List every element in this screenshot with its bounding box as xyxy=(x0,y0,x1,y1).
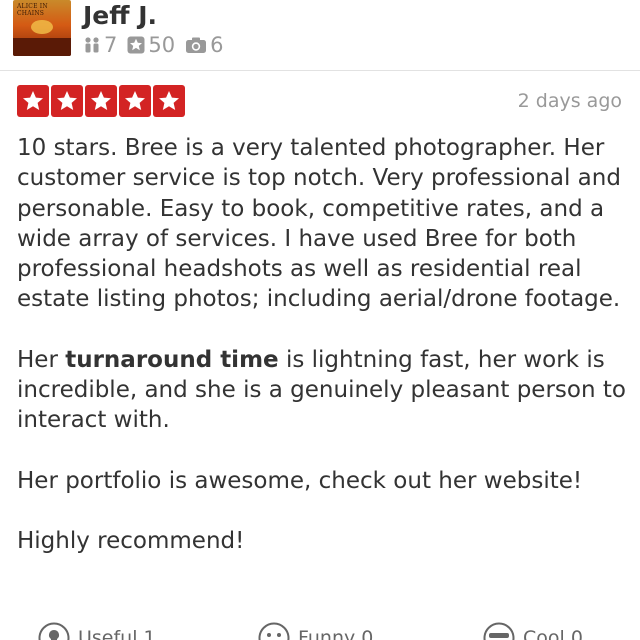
review-paragraph-3: Her portfolio is awesome, check out her … xyxy=(17,467,583,494)
paragraph-2-prefix: Her xyxy=(17,346,66,373)
sunglasses-icon xyxy=(483,622,515,640)
review-paragraph-2: Her turnaround time is lightning fast, h… xyxy=(17,345,627,436)
avatar-sun xyxy=(31,20,53,34)
smiley-icon xyxy=(258,622,290,640)
review-paragraph-1: 10 stars. Bree is a very talented photog… xyxy=(17,135,621,313)
useful-button[interactable]: Useful 1 xyxy=(38,622,156,640)
avatar-caption: ALICE IN CHAINS xyxy=(17,3,48,17)
funny-label: Funny 0 xyxy=(298,627,374,640)
friends-stat: 7 xyxy=(83,33,117,57)
camera-icon xyxy=(186,37,207,53)
avatar[interactable]: ALICE IN CHAINS xyxy=(13,0,71,56)
star-square-icon xyxy=(127,36,145,54)
friends-icon xyxy=(85,37,99,53)
funny-button[interactable]: Funny 0 xyxy=(258,622,373,640)
reviews-stat: 50 xyxy=(127,33,175,57)
reviewer-header: ALICE IN CHAINS Jeff J. 7 50 6 xyxy=(0,0,640,71)
lightbulb-icon xyxy=(38,622,70,640)
useful-label: Useful 1 xyxy=(78,627,156,640)
photos-stat: 6 xyxy=(185,33,223,57)
avatar-ground xyxy=(13,38,71,56)
review-page: ALICE IN CHAINS Jeff J. 7 50 6 2 days ag… xyxy=(0,0,640,640)
star-rating xyxy=(17,85,187,117)
friends-count: 7 xyxy=(104,33,118,57)
rating-star-icon xyxy=(17,85,49,117)
reviews-count: 50 xyxy=(148,33,176,57)
rating-star-icon xyxy=(85,85,117,117)
reviewer-stats: 7 50 6 xyxy=(83,33,233,57)
review-paragraph-4: Highly recommend! xyxy=(17,527,245,554)
review-actions: Useful 1 Funny 0 Cool 0 xyxy=(0,618,640,640)
review-date: 2 days ago xyxy=(517,90,622,112)
review-text: 10 stars. Bree is a very talented photog… xyxy=(17,133,627,586)
rating-star-icon xyxy=(119,85,151,117)
paragraph-2-highlight: turnaround time xyxy=(65,346,279,373)
reviewer-name[interactable]: Jeff J. xyxy=(83,0,157,32)
photos-count: 6 xyxy=(210,33,224,57)
rating-star-icon xyxy=(51,85,83,117)
cool-label: Cool 0 xyxy=(523,627,583,640)
cool-button[interactable]: Cool 0 xyxy=(483,622,583,640)
rating-star-icon xyxy=(153,85,185,117)
